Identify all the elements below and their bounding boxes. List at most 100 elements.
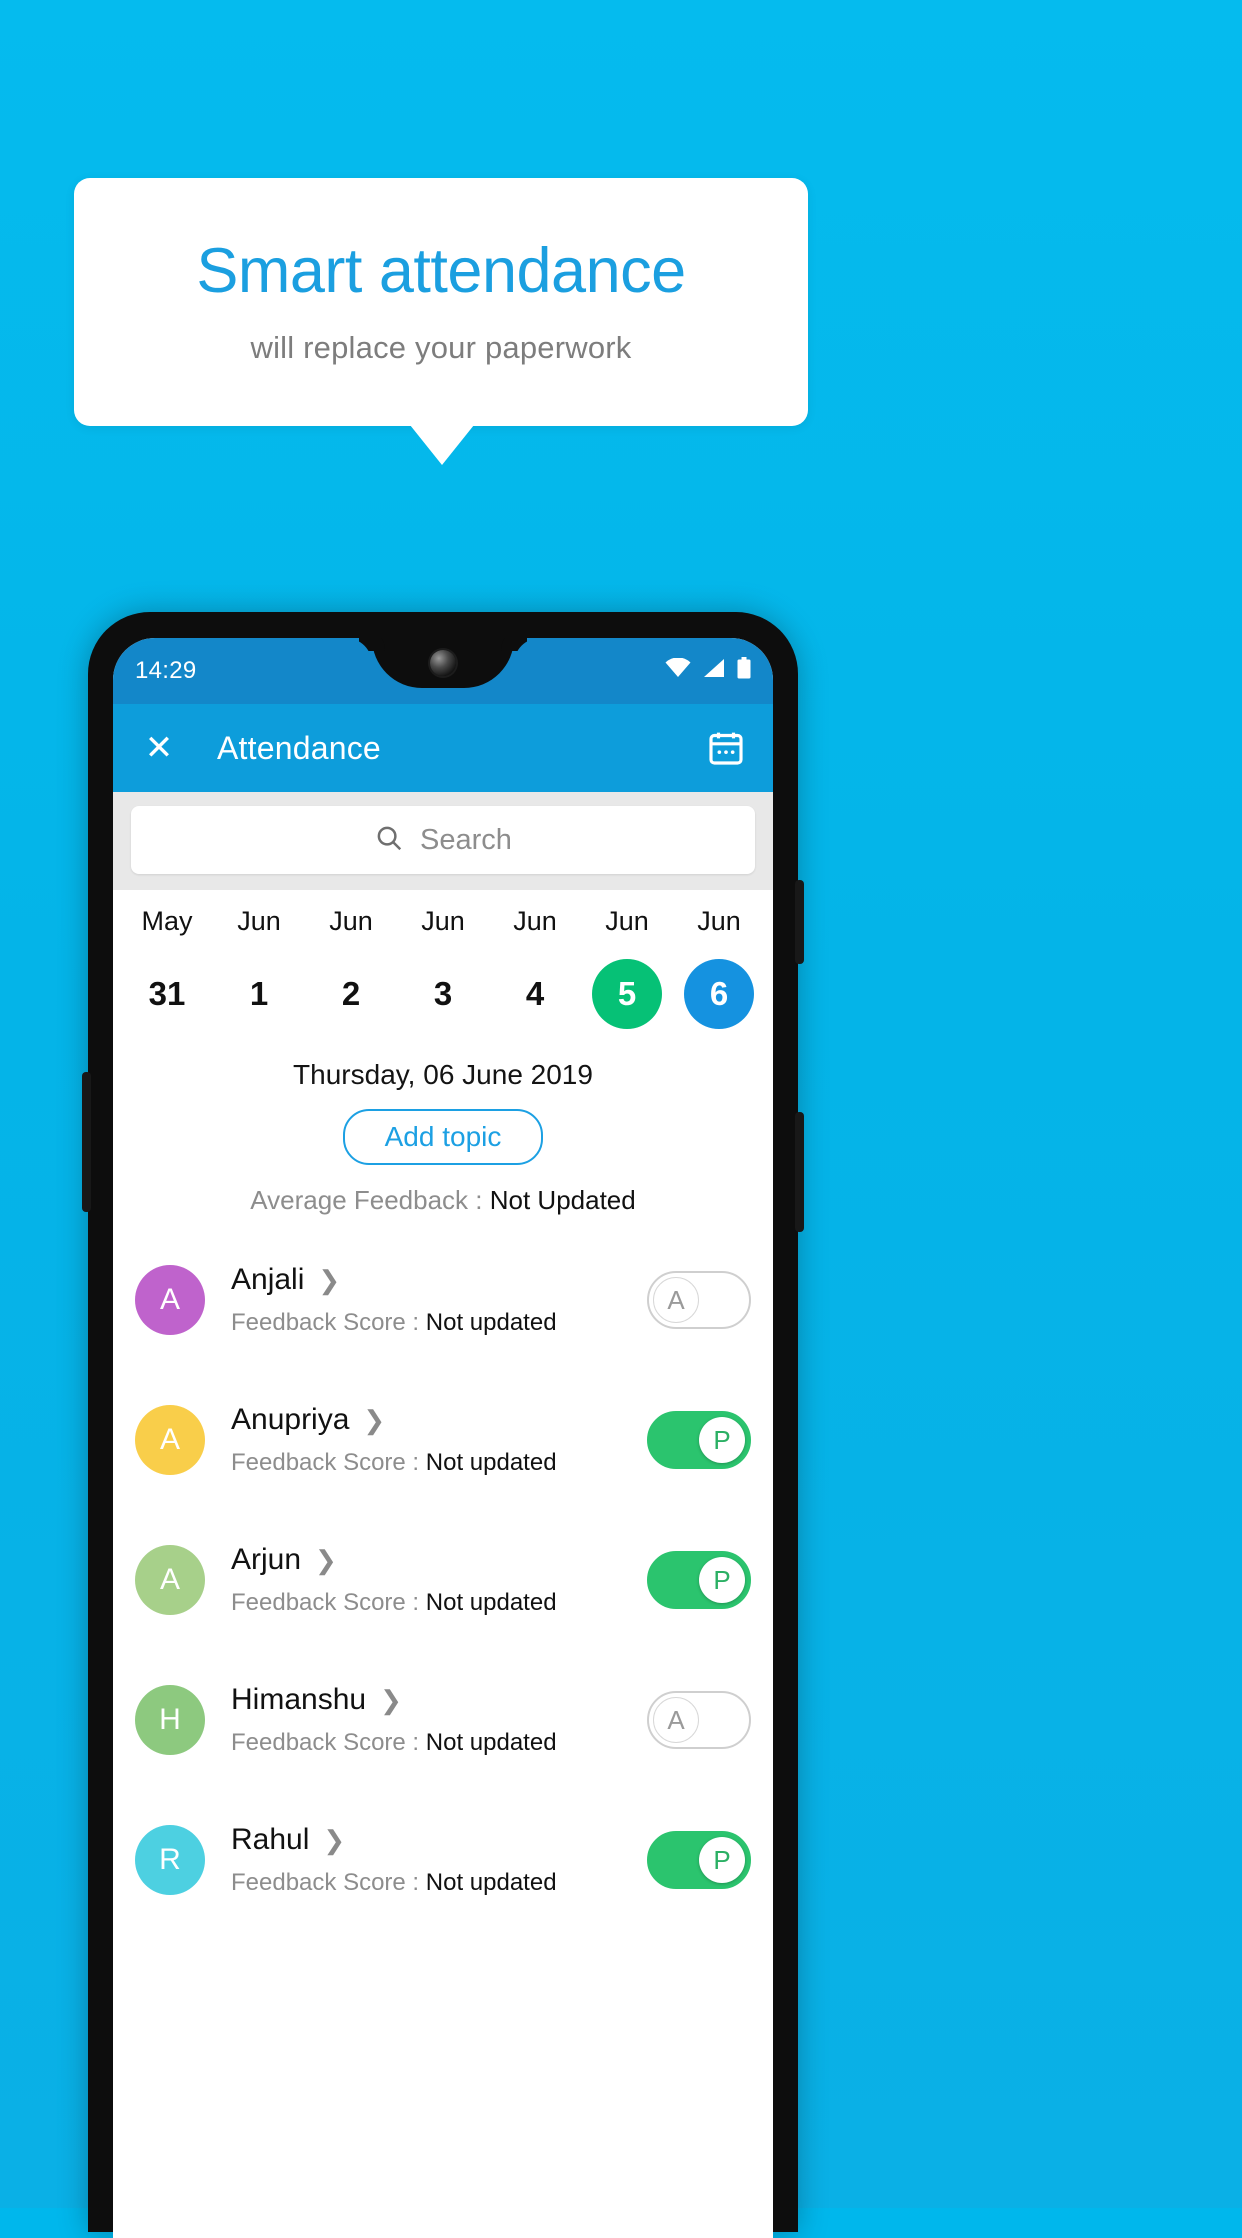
- date-cell[interactable]: Jun 6: [673, 906, 765, 1029]
- search-placeholder: Search: [420, 823, 512, 856]
- date-cell[interactable]: Jun 5: [581, 906, 673, 1029]
- date-day-number[interactable]: 3: [408, 959, 478, 1029]
- attendance-toggle-knob: A: [653, 1277, 699, 1323]
- date-day-number[interactable]: 31: [132, 959, 202, 1029]
- attendance-toggle-knob: A: [653, 1697, 699, 1743]
- feedback-score: Feedback Score : Not updated: [231, 1449, 647, 1477]
- feedback-score: Feedback Score : Not updated: [231, 1869, 647, 1897]
- attendance-toggle-knob: P: [699, 1837, 745, 1883]
- student-name-row[interactable]: Arjun ❯: [231, 1543, 647, 1577]
- student-name-row[interactable]: Rahul ❯: [231, 1823, 647, 1857]
- status-bar: 14:29: [113, 638, 773, 704]
- feedback-score-value: Not updated: [425, 1729, 557, 1756]
- student-info: Anupriya ❯ Feedback Score : Not updated: [231, 1403, 647, 1477]
- attendance-toggle[interactable]: A: [647, 1691, 751, 1749]
- front-camera: [430, 650, 456, 676]
- student-name: Himanshu: [231, 1683, 367, 1716]
- student-row[interactable]: H Himanshu ❯ Feedback Score : Not updated A: [113, 1650, 773, 1790]
- phone-mockup: 14:29 ✕ Attendance Search May 31 Jun 1 J…: [82, 612, 804, 2238]
- attendance-toggle[interactable]: P: [647, 1411, 751, 1469]
- feedback-score-label: Feedback Score :: [231, 1589, 426, 1616]
- student-name: Rahul: [231, 1823, 310, 1856]
- attendance-toggle-knob: P: [699, 1417, 745, 1463]
- student-row[interactable]: R Rahul ❯ Feedback Score : Not updated P: [113, 1790, 773, 1930]
- avatar: R: [135, 1825, 205, 1895]
- attendance-toggle[interactable]: A: [647, 1271, 751, 1329]
- signal-icon: [702, 657, 726, 685]
- date-day-number[interactable]: 2: [316, 959, 386, 1029]
- date-month-label: Jun: [513, 906, 557, 936]
- status-time: 14:29: [135, 657, 197, 684]
- promo-headline: Smart attendance: [196, 235, 686, 306]
- feedback-score-value: Not updated: [425, 1589, 557, 1616]
- close-icon[interactable]: ✕: [137, 726, 181, 770]
- promo-subheadline: will replace your paperwork: [250, 330, 632, 366]
- phone-screen: 14:29 ✕ Attendance Search May 31 Jun 1 J…: [113, 638, 773, 2238]
- feedback-score-value: Not updated: [425, 1449, 557, 1476]
- feedback-score: Feedback Score : Not updated: [231, 1729, 647, 1757]
- add-topic-button[interactable]: Add topic: [342, 1109, 544, 1165]
- feedback-score: Feedback Score : Not updated: [231, 1589, 647, 1617]
- chevron-right-icon[interactable]: ❯: [363, 1407, 385, 1433]
- chevron-right-icon[interactable]: ❯: [315, 1547, 337, 1573]
- page-title: Attendance: [217, 729, 381, 766]
- date-cell[interactable]: May 31: [121, 906, 213, 1029]
- date-month-label: Jun: [421, 906, 465, 936]
- battery-icon: [737, 656, 751, 686]
- student-row[interactable]: A Arjun ❯ Feedback Score : Not updated P: [113, 1510, 773, 1650]
- search-icon: [374, 823, 404, 858]
- student-name: Anjali: [231, 1263, 305, 1296]
- avatar: A: [135, 1545, 205, 1615]
- attendance-toggle[interactable]: P: [647, 1831, 751, 1889]
- student-name: Anupriya: [231, 1403, 350, 1436]
- date-day-number[interactable]: 6: [684, 959, 754, 1029]
- student-info: Himanshu ❯ Feedback Score : Not updated: [231, 1683, 647, 1757]
- date-strip: May 31 Jun 1 Jun 2 Jun 3 Jun 4 Jun 5 Jun 6: [113, 890, 773, 1035]
- student-name-row[interactable]: Himanshu ❯: [231, 1683, 647, 1717]
- phone-bezel: 14:29 ✕ Attendance Search May 31 Jun 1 J…: [113, 638, 773, 2238]
- feedback-score-label: Feedback Score :: [231, 1869, 426, 1896]
- attendance-toggle[interactable]: P: [647, 1551, 751, 1609]
- date-cell[interactable]: Jun 1: [213, 906, 305, 1029]
- feedback-score: Feedback Score : Not updated: [231, 1309, 647, 1337]
- student-name-row[interactable]: Anupriya ❯: [231, 1403, 647, 1437]
- calendar-icon[interactable]: [703, 725, 749, 771]
- date-cell[interactable]: Jun 2: [305, 906, 397, 1029]
- student-name-row[interactable]: Anjali ❯: [231, 1263, 647, 1297]
- feedback-score-label: Feedback Score :: [231, 1729, 426, 1756]
- feedback-score-label: Feedback Score :: [231, 1309, 426, 1336]
- phone-side-button: [82, 1072, 91, 1212]
- date-month-label: Jun: [697, 906, 741, 936]
- attendance-toggle-knob: P: [699, 1557, 745, 1603]
- student-info: Rahul ❯ Feedback Score : Not updated: [231, 1823, 647, 1897]
- search-input[interactable]: Search: [131, 806, 755, 874]
- status-icons: [665, 656, 751, 686]
- date-day-number[interactable]: 1: [224, 959, 294, 1029]
- student-list: A Anjali ❯ Feedback Score : Not updated A A An…: [113, 1230, 773, 1930]
- student-row[interactable]: A Anjali ❯ Feedback Score : Not updated A: [113, 1230, 773, 1370]
- date-day-number[interactable]: 4: [500, 959, 570, 1029]
- date-day-number[interactable]: 5: [592, 959, 662, 1029]
- chevron-right-icon[interactable]: ❯: [323, 1827, 345, 1853]
- student-info: Anjali ❯ Feedback Score : Not updated: [231, 1263, 647, 1337]
- student-row[interactable]: A Anupriya ❯ Feedback Score : Not updated P: [113, 1370, 773, 1510]
- date-cell[interactable]: Jun 3: [397, 906, 489, 1029]
- date-cell[interactable]: Jun 4: [489, 906, 581, 1029]
- avatar: A: [135, 1405, 205, 1475]
- feedback-score-value: Not updated: [425, 1309, 557, 1336]
- average-feedback-value: Not Updated: [489, 1185, 636, 1215]
- chevron-right-icon[interactable]: ❯: [380, 1687, 402, 1713]
- phone-power-button: [795, 880, 804, 964]
- app-bar: ✕ Attendance: [113, 704, 773, 792]
- date-month-label: Jun: [237, 906, 281, 936]
- avatar: A: [135, 1265, 205, 1335]
- average-feedback-label: Average Feedback :: [250, 1185, 490, 1215]
- student-name: Arjun: [231, 1543, 302, 1576]
- chevron-right-icon[interactable]: ❯: [318, 1267, 340, 1293]
- avatar: H: [135, 1685, 205, 1755]
- search-zone: Search: [113, 792, 773, 890]
- phone-volume-button: [795, 1112, 804, 1232]
- date-month-label: May: [141, 906, 193, 936]
- selected-date-label: Thursday, 06 June 2019: [293, 1059, 593, 1090]
- date-month-label: Jun: [329, 906, 373, 936]
